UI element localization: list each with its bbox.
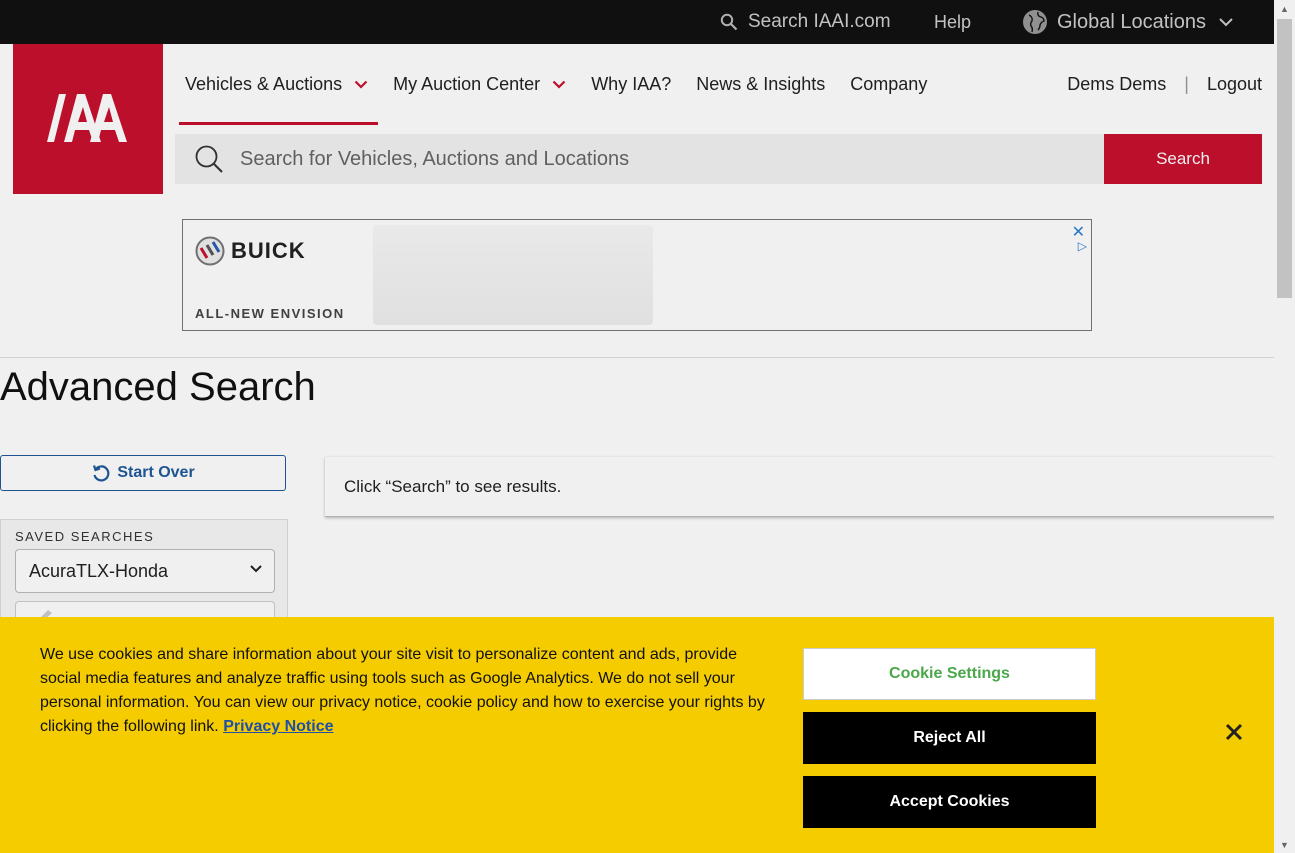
close-icon[interactable] bbox=[1222, 720, 1246, 744]
scrollbar-thumb[interactable] bbox=[1277, 19, 1292, 298]
scroll-up-arrow-icon[interactable]: ▲ bbox=[1274, 0, 1295, 17]
page: Search IAAI.com Help Global Locations Ve… bbox=[0, 0, 1274, 853]
accept-cookies-button[interactable]: Accept Cookies bbox=[803, 776, 1096, 828]
cookie-text: We use cookies and share information abo… bbox=[40, 646, 765, 735]
reject-all-button[interactable]: Reject All bbox=[803, 712, 1096, 764]
privacy-notice-link[interactable]: Privacy Notice bbox=[223, 718, 333, 735]
cookie-text-block: We use cookies and share information abo… bbox=[40, 643, 765, 739]
cookie-settings-button[interactable]: Cookie Settings bbox=[803, 648, 1096, 700]
vertical-scrollbar[interactable]: ▲ ▼ bbox=[1274, 0, 1295, 853]
cookie-banner: We use cookies and share information abo… bbox=[0, 617, 1274, 853]
scroll-down-arrow-icon[interactable]: ▼ bbox=[1274, 836, 1295, 853]
